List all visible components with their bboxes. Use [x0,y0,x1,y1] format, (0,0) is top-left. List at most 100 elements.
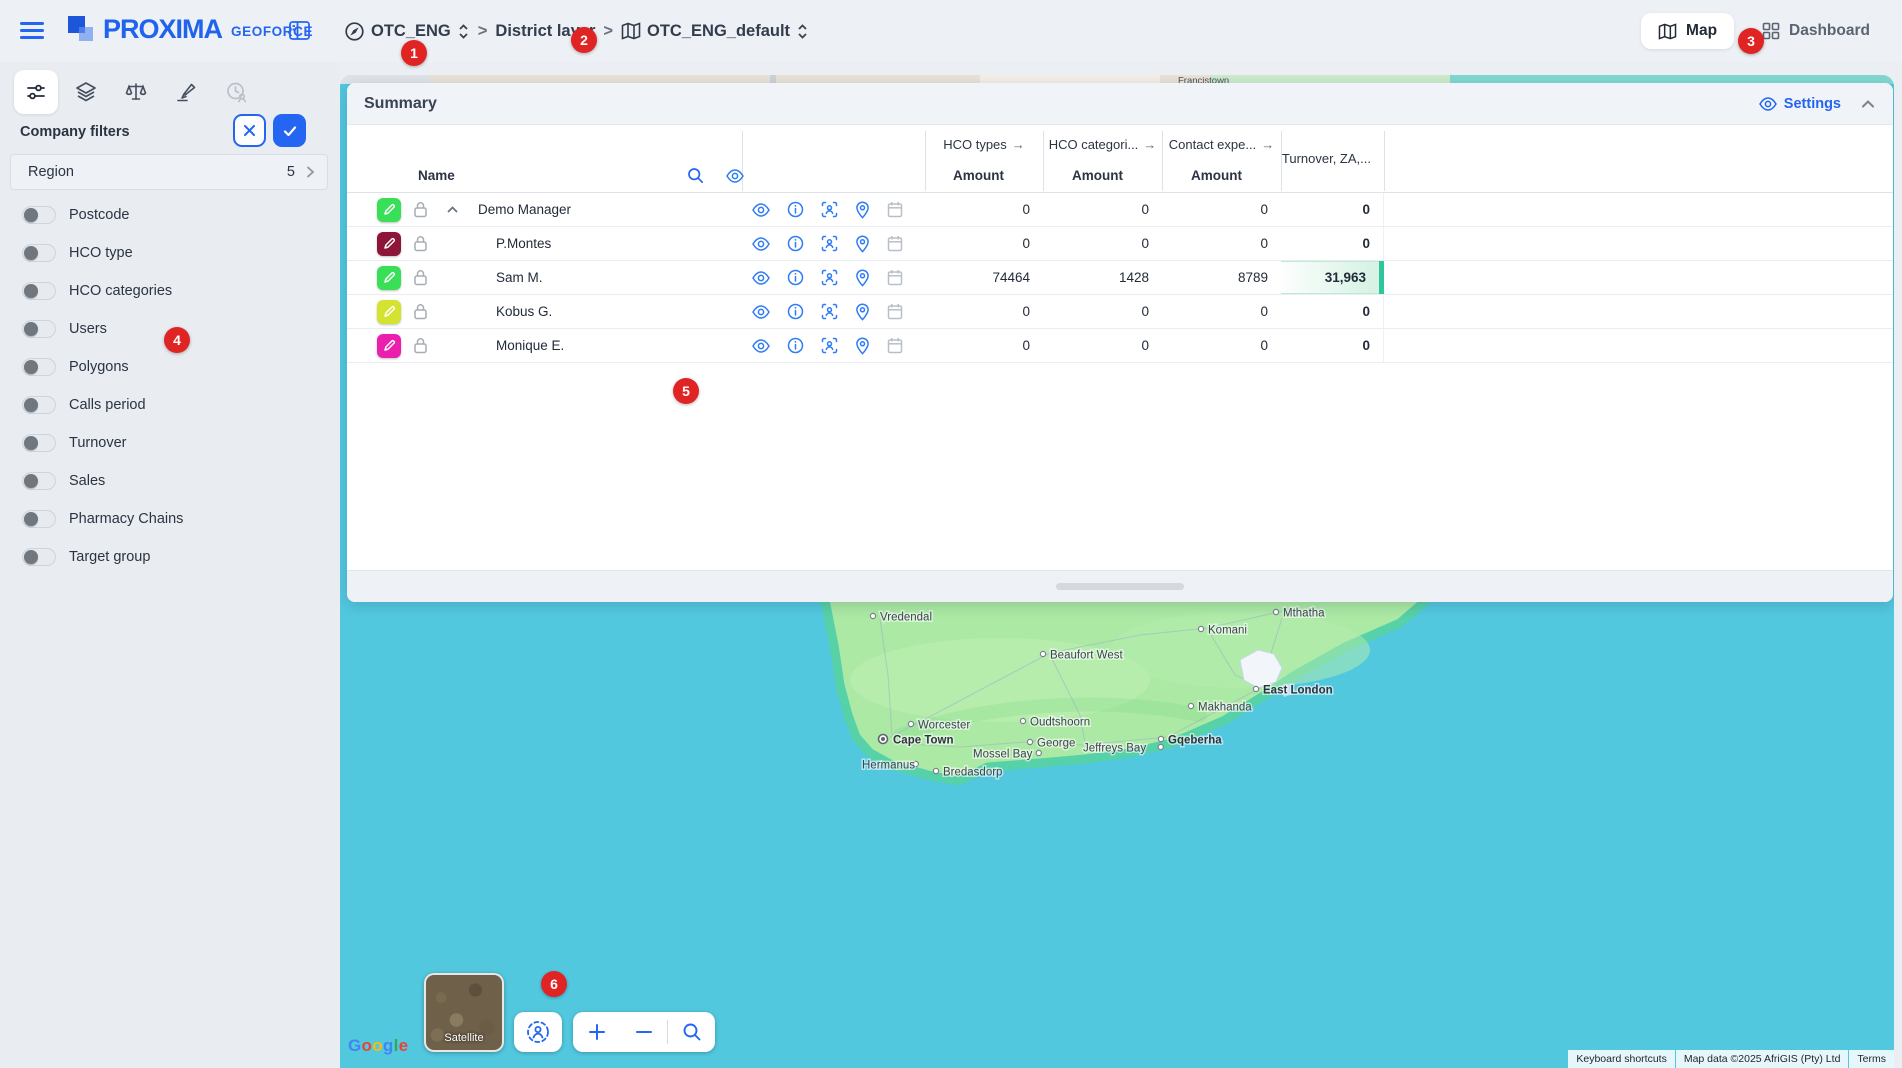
table-row[interactable]: P.Montes0000 [347,227,1893,261]
filter-item-hco-type: HCO type [22,234,322,272]
info-icon[interactable] [787,337,804,354]
summary-table-header: HCO types→ HCO categori...→ Contact expe… [347,125,1893,193]
lock-icon[interactable] [413,269,428,286]
location-pin-icon[interactable] [855,303,870,321]
annotation-badge-3: 3 [1738,28,1764,54]
row-color-pencil-icon[interactable] [377,266,401,290]
filters-tool-button[interactable] [14,70,58,114]
row-color-pencil-icon[interactable] [377,232,401,256]
row-color-pencil-icon[interactable] [377,334,401,358]
filter-toggle[interactable] [22,548,56,566]
row-color-pencil-icon[interactable] [377,300,401,324]
sidebar-tool-tabs [14,70,258,114]
user-scan-icon[interactable] [821,235,838,252]
map-search-button[interactable] [668,1012,715,1052]
summary-settings-button[interactable]: Settings [1759,83,1841,125]
table-row[interactable]: Sam M.744641428878931,963 [347,261,1893,295]
filter-toggle[interactable] [22,434,56,452]
layers-tool-button[interactable] [64,70,108,114]
eye-icon[interactable] [752,237,770,251]
dashboard-view-button[interactable]: Dashboard [1762,22,1888,40]
user-scan-icon[interactable] [821,337,838,354]
info-icon[interactable] [787,201,804,218]
filter-item-calls-period: Calls period [22,386,322,424]
eye-icon[interactable] [752,339,770,353]
row-name: Demo Manager [465,202,742,217]
calendar-icon[interactable] [887,201,903,218]
locate-user-button[interactable] [514,1012,562,1052]
filter-toggle[interactable] [22,320,56,338]
table-row[interactable]: Monique E.0000 [347,329,1893,363]
lock-icon[interactable] [413,337,428,354]
eye-icon[interactable] [752,305,770,319]
calendar-icon[interactable] [887,303,903,320]
user-clock-tool-button[interactable] [214,70,258,114]
filter-toggle[interactable] [22,244,56,262]
map-canvas[interactable]: Francistown VredendalMthathaKomaniBeaufo… [340,75,1894,1068]
highlighter-tool-button[interactable] [164,70,208,114]
lock-icon[interactable] [413,201,428,218]
map-city-label: Mthatha [1283,608,1325,620]
project-selector[interactable]: OTC_ENG [344,21,470,42]
filter-toggle[interactable] [22,510,56,528]
map-icon [1658,23,1677,40]
summary-title: Summary [364,95,437,113]
zoom-out-button[interactable] [620,1012,667,1052]
location-pin-icon[interactable] [855,235,870,253]
lock-icon[interactable] [413,303,428,320]
collapse-row-icon[interactable] [446,203,459,216]
zoom-in-button[interactable] [573,1012,620,1052]
calendar-icon[interactable] [887,337,903,354]
satellite-layer-button[interactable]: Satellite [424,973,504,1052]
user-scan-icon[interactable] [821,303,838,320]
user-scan-icon[interactable] [821,269,838,286]
lock-icon[interactable] [413,235,428,252]
eye-icon[interactable] [752,203,770,217]
clear-filters-button[interactable] [233,114,266,147]
balance-scale-tool-button[interactable] [114,70,158,114]
user-scan-icon[interactable] [821,201,838,218]
summary-collapse-button[interactable] [1859,95,1877,113]
location-pin-icon[interactable] [855,269,870,287]
filter-toggle[interactable] [22,396,56,414]
column-expand-arrow-icon[interactable]: → [1012,137,1025,152]
location-pin-icon[interactable] [855,337,870,355]
filter-toggle[interactable] [22,358,56,376]
column-expand-arrow-icon[interactable]: → [1143,137,1156,152]
map-view-button[interactable]: Map [1641,13,1734,49]
calendar-icon[interactable] [887,269,903,286]
sidebar-toggle-icon[interactable] [288,19,311,42]
panel-resize-handle[interactable] [1056,583,1184,590]
filter-toggle[interactable] [22,282,56,300]
view-selector[interactable]: OTC_ENG_default [621,22,809,41]
info-icon[interactable] [787,269,804,286]
filter-toggle[interactable] [22,206,56,224]
name-search-icon[interactable] [687,167,704,184]
calendar-icon[interactable] [887,235,903,252]
table-row[interactable]: Kobus G.0000 [347,295,1893,329]
map-city-label: Vredendal [880,612,932,624]
column-expand-arrow-icon[interactable]: → [1261,137,1274,152]
menu-icon[interactable] [20,22,44,40]
summary-panel-footer [347,570,1893,602]
google-logo[interactable]: Google [348,1036,408,1056]
map-city-label: Bredasdorp [943,767,1002,779]
info-icon[interactable] [787,235,804,252]
terms-link[interactable]: Terms [1849,1050,1894,1068]
visibility-column-eye-icon[interactable] [726,169,744,183]
satellite-label: Satellite [426,1032,502,1044]
filter-toggle[interactable] [22,472,56,490]
filter-label: Pharmacy Chains [69,511,183,527]
info-icon[interactable] [787,303,804,320]
row-color-pencil-icon[interactable] [377,198,401,222]
top-bar: PROXIMA GEOFORCE OTC_ENG > District laye… [0,0,1902,62]
location-pin-icon[interactable] [855,201,870,219]
keyboard-shortcuts-link[interactable]: Keyboard shortcuts [1568,1050,1674,1068]
table-row[interactable]: Demo Manager0000 [347,193,1893,227]
brand-name: PROXIMA [103,14,222,45]
region-filter-row[interactable]: Region 5 [10,154,328,190]
map-city-label: Cape Town [893,735,953,747]
eye-icon[interactable] [752,271,770,285]
row-name: P.Montes [465,236,742,251]
apply-filters-button[interactable] [273,114,306,147]
